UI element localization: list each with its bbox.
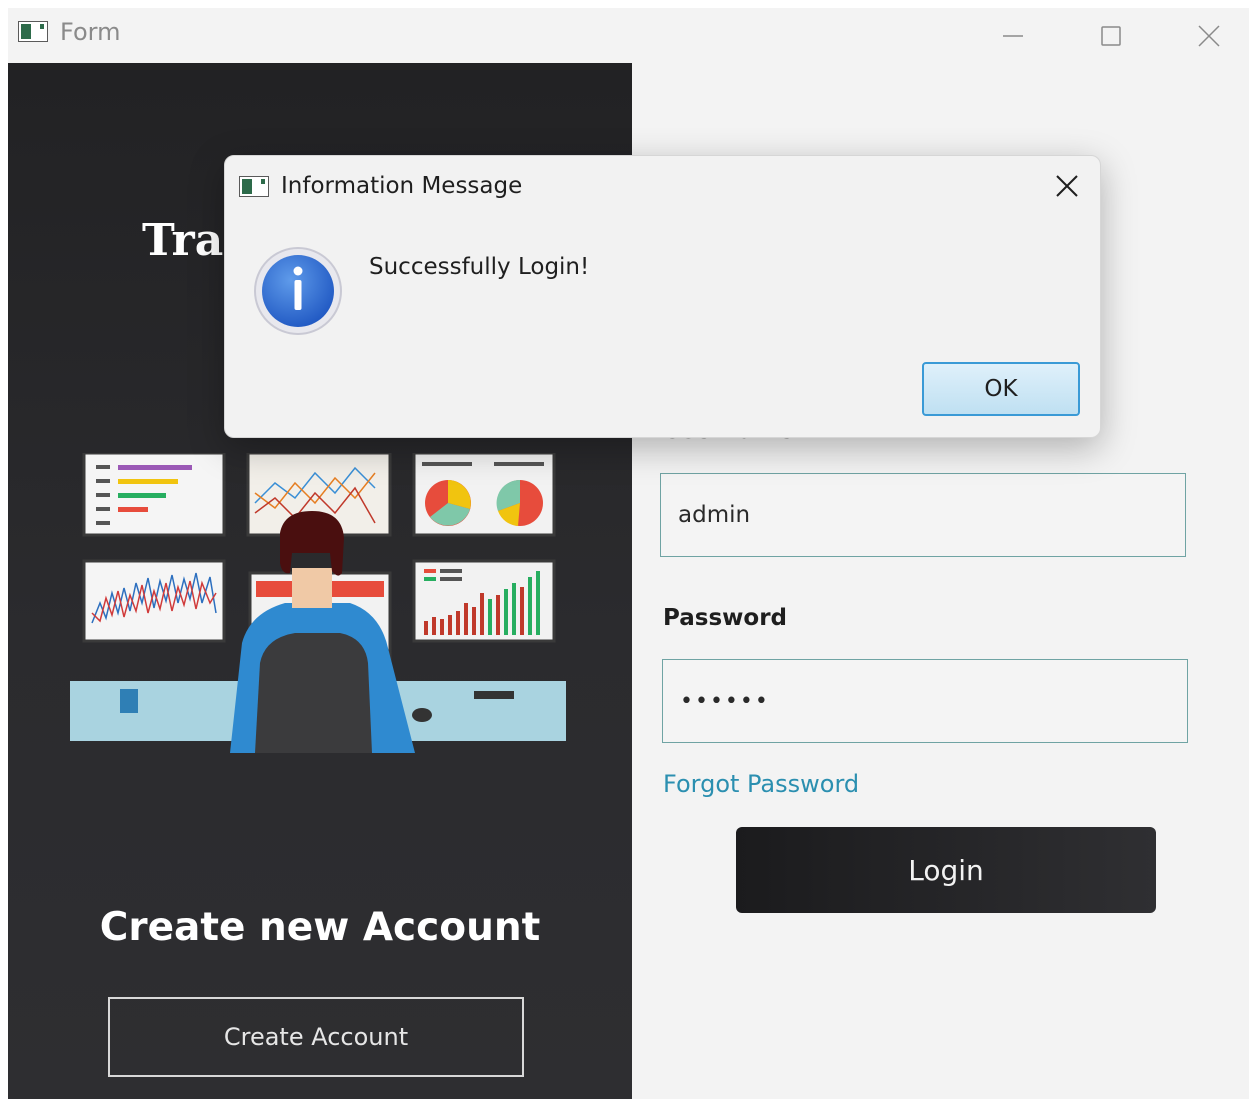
dashboard-illustration bbox=[70, 453, 566, 753]
username-field[interactable]: admin bbox=[660, 473, 1186, 557]
minimize-button[interactable] bbox=[990, 16, 1036, 56]
app-window-icon bbox=[239, 176, 269, 197]
maximize-icon bbox=[1101, 26, 1121, 46]
password-label: Password bbox=[663, 605, 787, 631]
dialog-message: Successfully Login! bbox=[369, 254, 590, 280]
close-icon bbox=[1056, 175, 1078, 197]
create-account-button[interactable]: Create Account bbox=[108, 997, 524, 1077]
dialog-close-button[interactable] bbox=[1049, 168, 1085, 204]
login-button[interactable]: Login bbox=[736, 827, 1156, 913]
info-icon bbox=[254, 247, 342, 335]
brand-title: Tra bbox=[142, 215, 224, 266]
window-close-button[interactable] bbox=[1186, 16, 1232, 56]
information-dialog: Information Message Successfully Login! … bbox=[224, 155, 1101, 438]
create-account-heading: Create new Account bbox=[99, 905, 541, 950]
forgot-password-link[interactable]: Forgot Password bbox=[663, 770, 859, 798]
window-title: Form bbox=[60, 18, 121, 46]
close-icon bbox=[1198, 25, 1220, 47]
minimize-icon bbox=[1003, 35, 1023, 37]
maximize-button[interactable] bbox=[1088, 16, 1134, 56]
dialog-title: Information Message bbox=[281, 173, 523, 199]
title-bar[interactable]: Form bbox=[8, 8, 1249, 63]
app-window-icon bbox=[18, 21, 48, 42]
password-field[interactable]: •••••• bbox=[662, 659, 1188, 743]
ok-button[interactable]: OK bbox=[922, 362, 1080, 416]
